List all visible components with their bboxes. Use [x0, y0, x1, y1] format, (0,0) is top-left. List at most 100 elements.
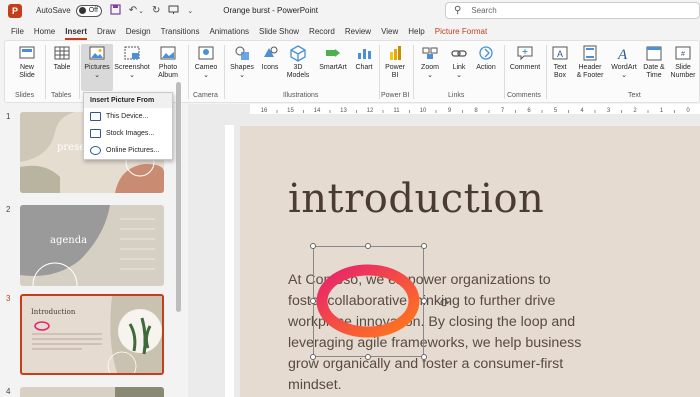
group-label-text: Text — [628, 92, 641, 99]
action-icon — [479, 46, 493, 60]
group-label-illustrations: Illustrations — [283, 92, 319, 99]
action-label: Action — [476, 64, 496, 71]
search-box[interactable]: ⚲ Search — [445, 2, 700, 19]
icons-button[interactable]: Icons — [258, 44, 282, 72]
autosave-toggle[interactable]: Off — [75, 4, 102, 17]
link-button[interactable]: Link ⌄ — [447, 44, 471, 80]
separator — [413, 45, 414, 99]
cameo-button[interactable]: Cameo ⌄ — [192, 44, 220, 80]
cube-icon — [290, 45, 306, 62]
action-button[interactable]: Action — [473, 44, 499, 72]
tab-view[interactable]: View — [376, 24, 403, 39]
customize-qat-icon[interactable]: ⌄ — [187, 7, 193, 15]
chart-label: Chart — [355, 64, 373, 71]
slide-4-band — [115, 387, 164, 397]
chart-icon — [358, 49, 371, 59]
resize-handle[interactable] — [310, 298, 316, 304]
tab-slide-show[interactable]: Slide Show — [254, 24, 304, 39]
svg-text:A: A — [617, 47, 628, 62]
slide-thumbnail-2[interactable]: agenda — [20, 205, 164, 286]
zoom-button[interactable]: Zoom ⌄ — [416, 44, 444, 80]
new-slide-button[interactable]: New Slide — [11, 44, 43, 80]
text-box-icon: A — [552, 46, 568, 60]
thumbnail-scrollbar[interactable] — [176, 82, 181, 312]
power-bi-button[interactable]: Power BI — [383, 44, 407, 80]
save-icon[interactable] — [110, 3, 121, 18]
resize-handle[interactable] — [421, 298, 427, 304]
horizontal-ruler: 16 15 14 13 12 11 10 9 8 7 6 5 4 3 2 1 0 — [250, 104, 700, 114]
shapes-button[interactable]: Shapes ⌄ — [228, 44, 256, 80]
header-footer-button[interactable]: Header & Footer — [573, 44, 607, 80]
tab-design[interactable]: Design — [121, 24, 156, 39]
smartart-icon — [326, 49, 340, 57]
header-footer-icon — [583, 45, 597, 61]
tab-help[interactable]: Help — [403, 24, 429, 39]
tab-home[interactable]: Home — [29, 24, 60, 39]
stock-images-icon — [90, 129, 101, 138]
menu-item-stock-images[interactable]: Stock Images... — [84, 125, 172, 142]
menu-item-label: This Device... — [106, 113, 149, 120]
resize-handle[interactable] — [421, 354, 427, 360]
resize-handle[interactable] — [421, 243, 427, 249]
ruler-label: 9 — [448, 108, 452, 114]
ruler-ticks: 16 15 14 13 12 11 10 9 8 7 6 5 4 3 2 1 0 — [261, 108, 691, 114]
comment-button[interactable]: Comment — [508, 44, 542, 72]
group-label-comments: Comments — [507, 92, 541, 99]
device-icon — [90, 112, 101, 121]
redo-icon[interactable]: ↻ — [152, 5, 160, 16]
title-bar: P AutoSave Off ↶ ⌄ ↻ ⌄ Orange burst - Po… — [0, 0, 700, 21]
tab-animations[interactable]: Animations — [204, 24, 254, 39]
slide-thumbnail-4[interactable] — [20, 387, 164, 397]
undo-icon[interactable]: ↶ — [129, 5, 137, 16]
globe-icon — [90, 146, 101, 155]
menu-item-this-device[interactable]: This Device... — [84, 108, 172, 125]
tab-review[interactable]: Review — [340, 24, 376, 39]
resize-handle[interactable] — [310, 354, 316, 360]
slide-number-button[interactable]: # Slide Number — [669, 44, 697, 80]
ruler-label: 4 — [580, 108, 584, 114]
tab-file[interactable]: File — [6, 24, 29, 39]
resize-handle[interactable] — [365, 354, 371, 360]
present-icon[interactable] — [168, 4, 179, 18]
photo-album-button[interactable]: Photo Album — [153, 44, 183, 80]
cameo-label: Cameo — [194, 64, 218, 71]
screenshot-button[interactable]: Screenshot ⌄ — [113, 44, 151, 80]
date-time-button[interactable]: Date & Time — [641, 44, 667, 80]
wordart-label: WordArt — [611, 64, 637, 71]
separator — [188, 45, 189, 99]
ribbon-tabs: File Home Insert Draw Design Transitions… — [0, 24, 700, 40]
resize-handle[interactable] — [310, 243, 316, 249]
undo-dropdown-icon[interactable]: ⌄ — [138, 7, 144, 15]
chevron-down-icon: ⌄ — [427, 72, 433, 79]
menu-item-online-pictures[interactable]: Online Pictures... — [84, 142, 172, 159]
text-box-button[interactable]: A Text Box — [549, 44, 571, 80]
resize-handle[interactable] — [365, 243, 371, 249]
slide-number-4: 4 — [6, 387, 11, 396]
3d-models-button[interactable]: 3D Models — [284, 44, 312, 80]
slide-thumbnail-3[interactable]: Introduction — [20, 294, 164, 375]
vertical-ruler — [225, 125, 234, 397]
search-placeholder: Search — [471, 6, 497, 15]
tab-insert[interactable]: Insert — [60, 24, 92, 40]
tab-transitions[interactable]: Transitions — [156, 24, 205, 39]
link-label: Link — [452, 64, 466, 71]
wordart-button[interactable]: A WordArt ⌄ — [609, 44, 639, 80]
ruler-label: 14 — [314, 108, 321, 114]
tab-record[interactable]: Record — [304, 24, 340, 39]
chevron-down-icon: ⌄ — [203, 72, 209, 79]
table-button[interactable]: Table — [49, 44, 75, 72]
ruler-label: 16 — [261, 108, 268, 114]
tab-draw[interactable]: Draw — [92, 24, 121, 39]
shapes-icon — [235, 46, 249, 60]
pictures-button[interactable]: Pictures ⌄ — [81, 44, 113, 91]
ruler-label: 10 — [420, 108, 427, 114]
slide-number-1: 1 — [6, 112, 11, 121]
slide-title[interactable]: introduction — [288, 176, 544, 222]
group-label-slides: Slides — [15, 92, 35, 99]
chart-button[interactable]: Chart — [352, 44, 376, 72]
slide-3-title: Introduction — [31, 308, 76, 316]
rotate-handle-icon[interactable]: ⟳ — [440, 296, 450, 310]
comment-icon — [517, 46, 533, 61]
tab-picture-format[interactable]: Picture Format — [430, 24, 492, 39]
smartart-button[interactable]: SmartArt — [315, 44, 351, 72]
